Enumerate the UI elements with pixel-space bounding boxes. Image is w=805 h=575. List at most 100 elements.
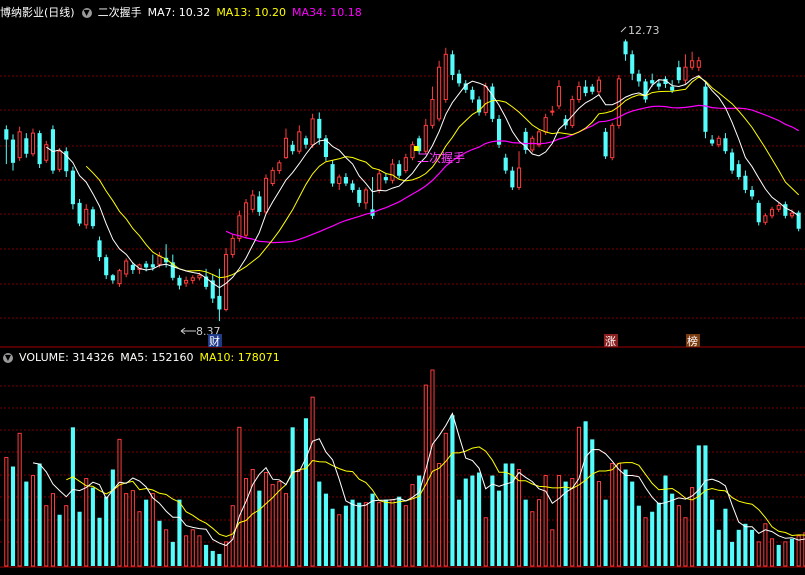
volume-bar [596,481,601,567]
candle-body [97,240,102,258]
volume-bar [523,499,528,566]
volume-bar [403,505,408,567]
volume-bar [776,544,781,566]
volume-bar [97,517,102,566]
candle-body [583,86,588,94]
volume-bar [730,541,735,566]
candle-body [310,118,315,146]
candle-body [656,83,661,87]
volume-bar [310,396,315,567]
volume-bar [576,426,582,567]
volume-bar [197,535,202,567]
volume-bar [170,541,175,566]
candle-body [556,86,562,107]
candle-body [270,170,275,185]
volume-bar [390,499,395,567]
volume-bar [4,456,9,567]
volume-bar [789,538,795,566]
candle-body [650,80,655,84]
candle-body [483,86,488,113]
candle-body [550,110,555,113]
volume-bar [44,505,49,567]
candle-body [130,264,135,271]
candle-body [297,131,302,152]
volume-bar [184,535,189,567]
candle-body [749,189,755,197]
candle-body [317,118,322,139]
candle-body [383,177,388,181]
volume-bar [363,502,368,567]
volume-bar [417,475,422,566]
volume-bar [383,499,388,566]
candle-body [117,270,122,285]
candle-body [177,277,182,286]
candle-body [596,79,601,93]
candle-body [277,162,282,172]
volume-bar [117,438,122,567]
candle-body [716,137,721,146]
candle-body [450,54,455,75]
volume-bar [17,432,22,567]
candle-body [84,208,89,226]
volume-bar [636,505,641,566]
volume-bar [110,469,115,566]
candle-body [17,131,22,159]
volume-bar [297,469,302,567]
candle-body [363,189,368,204]
candle-body [217,295,222,310]
candle-body [783,204,788,216]
volume-bar [24,481,29,566]
volume-bar [723,508,728,566]
volume-bar [530,511,535,567]
candle-body [530,137,535,151]
volume-bar [536,499,542,567]
candle-body [676,67,681,81]
candle-body [643,81,648,100]
candle-body [610,124,615,159]
candle-body [443,53,448,101]
volume-bar [350,499,355,566]
candle-body [350,183,355,190]
volume-bar [330,508,335,566]
volume-bar [696,445,701,566]
kline-chart[interactable]: 12.73 8.37 二次握手 财 涨 榜 [0,0,805,575]
volume-bar [550,529,555,567]
volume-bar [337,514,342,567]
candle-body [430,99,435,126]
volume-bar [243,478,249,567]
volume-bar [610,462,615,567]
candle-body [696,60,701,68]
volume-bar [437,462,442,567]
volume-bar [130,490,135,567]
volume-bar [37,463,42,566]
marker-cai: 财 [208,334,222,348]
candle-body [789,212,795,217]
volume-bar [603,499,608,566]
volume-bar [124,493,129,567]
volume-bar [210,550,215,566]
volume-bar [643,517,648,567]
volume-bar [137,511,142,567]
candle-body [630,54,635,74]
candle-body [670,86,675,91]
volume-bar [483,517,488,567]
volume-bar [477,472,482,566]
candle-body [70,170,75,205]
marker-zhang-label: 涨 [605,335,616,348]
candle-body [756,202,761,223]
volume-bar [583,421,588,566]
candle-body [77,202,82,224]
volume-bar [616,462,621,567]
candle-body [410,144,415,159]
marker-bang-label: 榜 [687,334,698,348]
candle-body [30,132,36,155]
candle-body [603,131,608,157]
volume-bar [144,499,149,566]
candle-body [470,89,475,100]
candle-body [769,208,775,217]
volume-bar [104,496,109,566]
candle-body [516,167,522,188]
volume-bar [30,475,36,567]
candle-body [337,176,342,184]
volume-bar [217,553,222,566]
